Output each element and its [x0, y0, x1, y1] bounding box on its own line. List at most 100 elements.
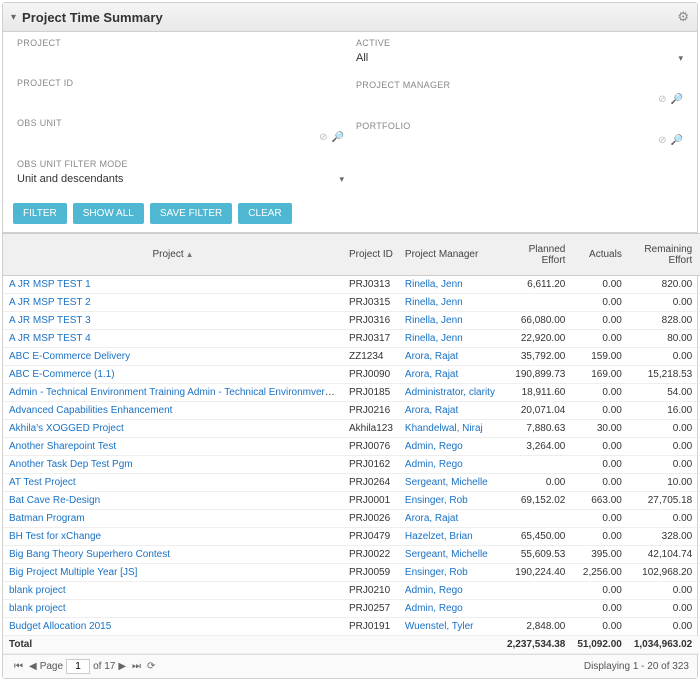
- lookup-icon[interactable]: 🔎: [671, 135, 683, 146]
- manager-link[interactable]: Hazelzet, Brian: [405, 531, 473, 542]
- cell-project-id: PRJ0162: [343, 456, 399, 474]
- project-link[interactable]: A JR MSP TEST 4: [9, 333, 91, 344]
- manager-link[interactable]: Arora, Rajat: [405, 369, 458, 380]
- project-link[interactable]: Akhila's XOGGED Project: [9, 423, 124, 434]
- manager-link[interactable]: Arora, Rajat: [405, 405, 458, 416]
- manager-link[interactable]: Ensinger, Rob: [405, 495, 468, 506]
- project-link[interactable]: ABC E-Commerce Delivery: [9, 351, 130, 362]
- filter-label: PROJECT ID: [17, 76, 344, 90]
- manager-link[interactable]: Admin, Rego: [405, 441, 463, 452]
- project-link[interactable]: ABC E-Commerce (1.1): [9, 369, 115, 380]
- cell-planned: 190,224.40: [501, 564, 571, 582]
- col-remaining-effort[interactable]: Remaining Effort: [628, 234, 698, 276]
- cell-planned: 3,264.00: [501, 438, 571, 456]
- cell-planned: 22,920.00: [501, 330, 571, 348]
- project-link[interactable]: A JR MSP TEST 3: [9, 315, 91, 326]
- project-link[interactable]: Budget Allocation 2015: [9, 621, 111, 632]
- project-link[interactable]: BH Test for xChange: [9, 531, 101, 542]
- show-all-button[interactable]: SHOW ALL: [73, 203, 144, 224]
- manager-link[interactable]: Sergeant, Michelle: [405, 549, 488, 560]
- project-link[interactable]: Bat Cave Re-Design: [9, 495, 100, 506]
- filter-value[interactable]: Unit and descendants ▾: [17, 171, 344, 191]
- cell-project-id: PRJ0257: [343, 600, 399, 618]
- project-link[interactable]: A JR MSP TEST 1: [9, 279, 91, 290]
- filter-item: PORTFOLIO⊘🔎: [356, 119, 683, 152]
- filter-value[interactable]: ⊘🔎: [356, 92, 683, 111]
- panel-header: ▾ Project Time Summary ⚙: [3, 3, 697, 32]
- manager-link[interactable]: Ensinger, Rob: [405, 567, 468, 578]
- manager-link[interactable]: Rinella, Jenn: [405, 297, 463, 308]
- page-first-icon[interactable]: ⏮: [11, 661, 26, 672]
- filter-value[interactable]: ⊘🔎: [17, 130, 344, 149]
- col-actuals[interactable]: Actuals: [571, 234, 628, 276]
- table-row: AT Test ProjectPRJ0264Sergeant, Michelle…: [3, 474, 700, 492]
- project-link[interactable]: A JR MSP TEST 2: [9, 297, 91, 308]
- filter-item: PROJECT MANAGER⊘🔎: [356, 78, 683, 111]
- clear-icon[interactable]: ⊘: [319, 132, 327, 143]
- project-link[interactable]: blank project: [9, 603, 66, 614]
- chevron-down-icon[interactable]: ▾: [339, 174, 344, 185]
- clear-button[interactable]: CLEAR: [238, 203, 291, 224]
- project-link[interactable]: Another Task Dep Test Pgm: [9, 459, 133, 470]
- filter-label: PROJECT MANAGER: [356, 78, 683, 92]
- cell-project-id: PRJ0090: [343, 366, 399, 384]
- filter-value[interactable]: ⊘🔎: [356, 133, 683, 152]
- manager-link[interactable]: Arora, Rajat: [405, 513, 458, 524]
- project-link[interactable]: Big Project Multiple Year [JS]: [9, 567, 137, 578]
- table-row: A JR MSP TEST 3PRJ0316Rinella, Jenn66,08…: [3, 312, 700, 330]
- cell-project-id: PRJ0315: [343, 294, 399, 312]
- grid: Project▲ Project ID Project Manager Plan…: [3, 232, 697, 654]
- col-project-id[interactable]: Project ID: [343, 234, 399, 276]
- gear-icon[interactable]: ⚙: [677, 9, 689, 25]
- cell-remaining: 0.00: [628, 420, 698, 438]
- lookup-icon[interactable]: 🔎: [671, 94, 683, 105]
- cell-remaining: 54.00: [628, 384, 698, 402]
- lookup-icon[interactable]: 🔎: [332, 132, 344, 143]
- cell-remaining: 16.00: [628, 402, 698, 420]
- project-link[interactable]: AT Test Project: [9, 477, 76, 488]
- filter-value[interactable]: [17, 50, 344, 68]
- col-planned-effort[interactable]: Planned Effort: [501, 234, 571, 276]
- project-link[interactable]: Another Sharepoint Test: [9, 441, 116, 452]
- manager-link[interactable]: Arora, Rajat: [405, 351, 458, 362]
- project-link[interactable]: Big Bang Theory Superhero Contest: [9, 549, 170, 560]
- project-link[interactable]: Admin - Technical Environment Training A…: [9, 387, 343, 398]
- page-next-icon[interactable]: ▶: [115, 661, 129, 672]
- cell-actuals: 0.00: [571, 384, 628, 402]
- filter-value[interactable]: All▾: [356, 50, 683, 70]
- filter-text: Unit and descendants: [17, 173, 123, 185]
- manager-link[interactable]: Rinella, Jenn: [405, 333, 463, 344]
- manager-link[interactable]: Rinella, Jenn: [405, 279, 463, 290]
- col-project-manager[interactable]: Project Manager: [399, 234, 501, 276]
- manager-link[interactable]: Administrator, clarity: [405, 387, 495, 398]
- manager-link[interactable]: Admin, Rego: [405, 603, 463, 614]
- manager-link[interactable]: Wuenstel, Tyler: [405, 621, 474, 632]
- table-row: Advanced Capabilities EnhancementPRJ0216…: [3, 402, 700, 420]
- filter-value[interactable]: [17, 90, 344, 108]
- refresh-icon[interactable]: ⟳: [144, 661, 158, 672]
- manager-link[interactable]: Khandelwal, Niraj: [405, 423, 483, 434]
- chevron-down-icon[interactable]: ▾: [678, 53, 683, 64]
- manager-link[interactable]: Admin, Rego: [405, 459, 463, 470]
- filter-item: OBS UNIT⊘🔎: [17, 116, 344, 149]
- table-row: A JR MSP TEST 2PRJ0315Rinella, Jenn0.000…: [3, 294, 700, 312]
- cell-planned: [501, 456, 571, 474]
- collapse-icon[interactable]: ▾: [11, 12, 16, 23]
- cell-planned: 0.00: [501, 474, 571, 492]
- clear-icon[interactable]: ⊘: [658, 94, 666, 105]
- col-project[interactable]: Project▲: [3, 234, 343, 276]
- clear-icon[interactable]: ⊘: [658, 135, 666, 146]
- manager-link[interactable]: Sergeant, Michelle: [405, 477, 488, 488]
- save-filter-button[interactable]: SAVE FILTER: [150, 203, 232, 224]
- total-actuals: 51,092.00: [571, 636, 628, 654]
- filter-button[interactable]: FILTER: [13, 203, 67, 224]
- filter-item: PROJECT ID: [17, 76, 344, 108]
- project-link[interactable]: Batman Program: [9, 513, 85, 524]
- project-link[interactable]: blank project: [9, 585, 66, 596]
- project-link[interactable]: Advanced Capabilities Enhancement: [9, 405, 172, 416]
- manager-link[interactable]: Admin, Rego: [405, 585, 463, 596]
- page-last-icon[interactable]: ⏭: [129, 661, 144, 672]
- manager-link[interactable]: Rinella, Jenn: [405, 315, 463, 326]
- page-prev-icon[interactable]: ◀: [26, 661, 40, 672]
- page-input[interactable]: [66, 659, 90, 674]
